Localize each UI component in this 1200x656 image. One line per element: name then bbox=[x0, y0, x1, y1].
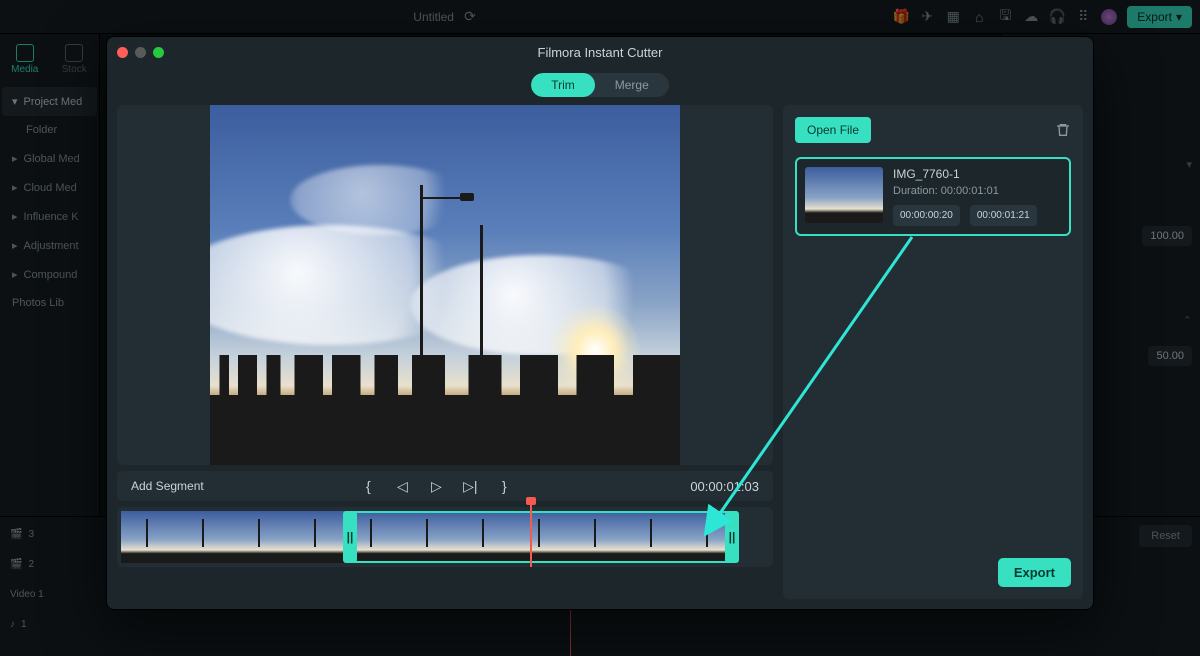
chevron-down-icon[interactable]: ▾ bbox=[1186, 158, 1192, 171]
value-100[interactable]: 100.00 bbox=[1142, 226, 1192, 246]
player-controls: Add Segment { ◁ ▷ ▷| } 00:00:01:03 bbox=[117, 471, 773, 501]
clip-duration: Duration: 00:00:01:01 bbox=[893, 185, 1061, 197]
clip-out-time[interactable]: 00:00:01:21 bbox=[970, 205, 1037, 226]
audio-track-icon: ♪ bbox=[10, 619, 15, 630]
track-label-video3[interactable]: 🎬3 bbox=[4, 521, 96, 547]
tab-stock[interactable]: Stock bbox=[54, 40, 96, 79]
back-document-title: Untitled bbox=[413, 10, 454, 24]
screen-icon[interactable]: ⌂ bbox=[971, 9, 987, 25]
modal-titlebar: Filmora Instant Cutter bbox=[107, 37, 1093, 67]
timeline-thumb[interactable] bbox=[625, 511, 681, 563]
add-segment-button[interactable]: Add Segment bbox=[131, 479, 204, 493]
sidebar-item-folder[interactable]: Folder bbox=[2, 116, 97, 144]
play-icon[interactable]: ▷ bbox=[428, 478, 444, 494]
avatar-icon[interactable] bbox=[1101, 9, 1117, 25]
sidebar-item-photos[interactable]: Photos Lib bbox=[2, 289, 97, 317]
chevron-right-icon: ▸ bbox=[12, 181, 18, 194]
back-left-list: ▾Project Med Folder ▸Global Med ▸Cloud M… bbox=[0, 85, 99, 319]
window-minimize-icon[interactable] bbox=[135, 47, 146, 58]
track-label-audio1[interactable]: ♪1 bbox=[4, 611, 96, 637]
sidebar-item-cloud-media[interactable]: ▸Cloud Med bbox=[2, 173, 97, 202]
current-time: 00:00:01:03 bbox=[669, 479, 759, 494]
modal-title: Filmora Instant Cutter bbox=[107, 45, 1093, 60]
open-file-button[interactable]: Open File bbox=[795, 117, 871, 143]
timeline-thumb[interactable] bbox=[513, 511, 569, 563]
chevron-right-icon: ▸ bbox=[12, 239, 18, 252]
panel1-icon[interactable]: ▦ bbox=[945, 9, 961, 25]
timeline-thumb[interactable] bbox=[289, 511, 345, 563]
export-button[interactable]: Export bbox=[998, 558, 1071, 587]
modal-left: Add Segment { ◁ ▷ ▷| } 00:00:01:03 || || bbox=[117, 105, 773, 599]
cloud-icon[interactable]: ☁ bbox=[1023, 9, 1039, 25]
sidebar-item-global-media[interactable]: ▸Global Med bbox=[2, 144, 97, 173]
tab-merge[interactable]: Merge bbox=[595, 73, 669, 97]
back-timeline-tracks-labels: 🎬3 🎬2 Video 1 ♪1 bbox=[0, 517, 100, 656]
seek-start-icon[interactable]: { bbox=[360, 478, 376, 494]
reset-button[interactable]: Reset bbox=[1139, 525, 1192, 547]
clip-in-time[interactable]: 00:00:00:20 bbox=[893, 205, 960, 226]
video-track-icon: 🎬 bbox=[10, 529, 22, 540]
preview-player[interactable] bbox=[117, 105, 773, 465]
clip-thumbnail bbox=[805, 167, 883, 223]
chevron-icon: ▾ bbox=[12, 95, 18, 108]
send-icon[interactable]: ✈ bbox=[919, 9, 935, 25]
video-track-icon: 🎬 bbox=[10, 559, 22, 570]
tab-trim[interactable]: Trim bbox=[531, 73, 595, 97]
timeline-thumb[interactable] bbox=[401, 511, 457, 563]
save-icon[interactable]: 🖫 bbox=[997, 9, 1013, 25]
media-lib-icon bbox=[16, 44, 34, 62]
back-titlebar: Untitled ⟳ 🎁 ✈ ▦ ⌂ 🖫 ☁ 🎧 ⠿ Export ▾ bbox=[0, 0, 1200, 34]
step-forward-icon[interactable]: ▷| bbox=[462, 478, 478, 494]
track-label-video2[interactable]: 🎬2 bbox=[4, 551, 96, 577]
clip-name: IMG_7760-1 bbox=[893, 167, 1061, 181]
chevron-right-icon: ▸ bbox=[12, 210, 18, 223]
window-traffic-lights bbox=[117, 47, 164, 58]
value-50[interactable]: 50.00 bbox=[1148, 346, 1192, 366]
window-close-icon[interactable] bbox=[117, 47, 128, 58]
back-export-button[interactable]: Export ▾ bbox=[1127, 6, 1192, 28]
sidebar-item-adjustment[interactable]: ▸Adjustment bbox=[2, 231, 97, 260]
modal-segmented-control: Trim Merge bbox=[107, 67, 1093, 105]
sidebar-item-influence[interactable]: ▸Influence K bbox=[2, 202, 97, 231]
clip-info: IMG_7760-1 Duration: 00:00:01:01 00:00:0… bbox=[893, 167, 1061, 226]
back-export-label: Export bbox=[1137, 10, 1172, 24]
chevron-right-icon: ▸ bbox=[12, 268, 18, 281]
sidebar-item-project-media[interactable]: ▾Project Med bbox=[2, 87, 97, 116]
sidebar-item-compound[interactable]: ▸Compound bbox=[2, 260, 97, 289]
selection-handle-left[interactable]: || bbox=[343, 511, 357, 563]
trash-icon[interactable] bbox=[1055, 122, 1071, 138]
step-back-icon[interactable]: ◁ bbox=[394, 478, 410, 494]
grid-icon[interactable]: ⠿ bbox=[1075, 9, 1091, 25]
seek-end-icon[interactable]: } bbox=[496, 478, 512, 494]
window-zoom-icon[interactable] bbox=[153, 47, 164, 58]
tab-media-label: Media bbox=[11, 64, 38, 75]
stock-icon bbox=[65, 44, 83, 62]
instant-cutter-modal: Filmora Instant Cutter Trim Merge bbox=[106, 36, 1094, 610]
modal-right-panel: Open File IMG_7760-1 Duration: 00:00:01:… bbox=[783, 105, 1083, 599]
selection-handle-right[interactable]: || bbox=[725, 511, 739, 563]
timeline-thumb[interactable] bbox=[121, 511, 177, 563]
thumbnail-strip[interactable]: || || bbox=[117, 507, 773, 567]
timeline-thumb[interactable] bbox=[569, 511, 625, 563]
timeline-thumb[interactable] bbox=[233, 511, 289, 563]
tab-stock-label: Stock bbox=[62, 64, 87, 75]
track-label-video1[interactable]: Video 1 bbox=[4, 581, 96, 607]
clip-card[interactable]: IMG_7760-1 Duration: 00:00:01:01 00:00:0… bbox=[795, 157, 1071, 236]
timeline-playhead[interactable] bbox=[530, 501, 532, 567]
expand-up-icon[interactable]: ⌃ bbox=[1183, 314, 1192, 327]
cloud-status-icon: ⟳ bbox=[462, 9, 478, 25]
headphones-icon[interactable]: 🎧 bbox=[1049, 9, 1065, 25]
gift-icon[interactable]: 🎁 bbox=[893, 9, 909, 25]
tab-media[interactable]: Media bbox=[4, 40, 46, 79]
chevron-down-icon: ▾ bbox=[1176, 10, 1182, 24]
chevron-right-icon: ▸ bbox=[12, 152, 18, 165]
timeline-thumb[interactable] bbox=[177, 511, 233, 563]
preview-frame-image bbox=[210, 105, 680, 465]
timeline-thumb[interactable] bbox=[457, 511, 513, 563]
